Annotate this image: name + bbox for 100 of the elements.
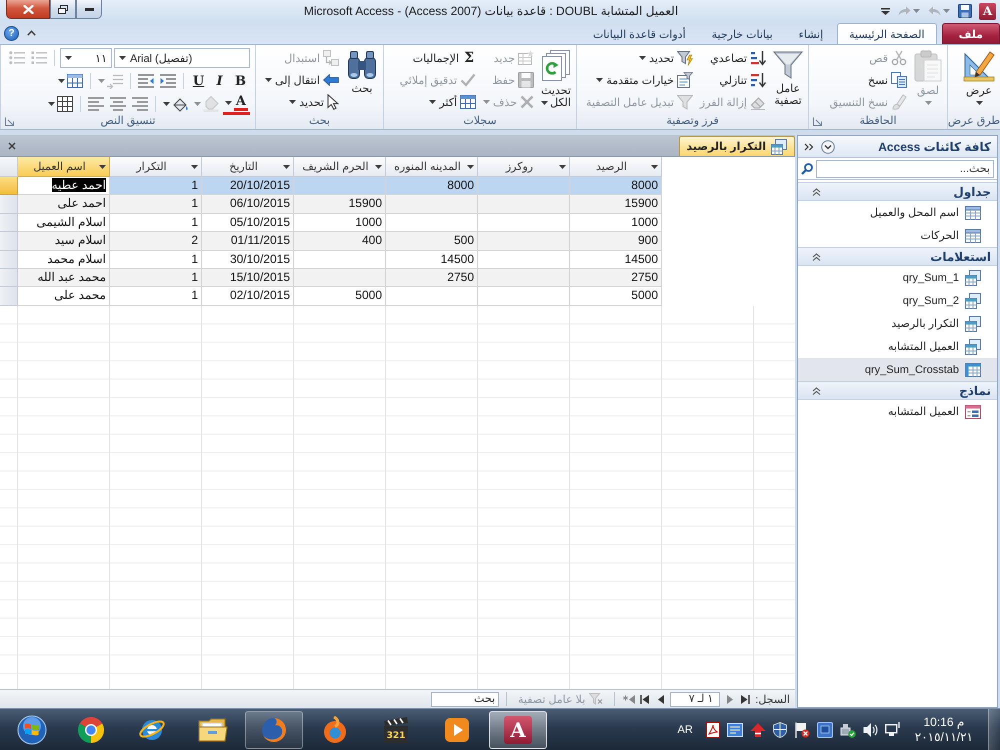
advanced-button[interactable]: خيارات متقدمة	[584, 69, 695, 91]
customize-button[interactable]	[880, 6, 891, 16]
swap-arrow-icon	[323, 50, 339, 66]
font-color-button[interactable]: A	[222, 94, 250, 114]
close-button[interactable]	[8, 142, 16, 150]
stacked-grid-icon	[965, 316, 981, 332]
nav-item[interactable]: الحركات	[798, 224, 997, 247]
record-number-field[interactable]: ١ لـ ٧	[670, 692, 720, 706]
cross-icon	[520, 95, 534, 109]
window-icon[interactable]	[726, 722, 743, 736]
check-icon	[460, 73, 476, 87]
caret-icon	[65, 56, 72, 60]
show-desktop-button[interactable]	[988, 709, 1000, 750]
view-button[interactable]: عرض	[961, 47, 997, 105]
ribbon-tab[interactable]: بيانات خارجية	[700, 23, 785, 44]
minimize-button[interactable]	[76, 0, 102, 19]
column-header[interactable]: اسم العميل	[18, 157, 110, 177]
nav-group-header[interactable]: نماذج	[798, 381, 997, 400]
nav-group-header[interactable]: استعلامات	[798, 247, 997, 266]
group-label: بحث	[309, 114, 330, 127]
alternate-row-button[interactable]	[46, 94, 75, 114]
nav-group-header[interactable]: جداول	[798, 182, 997, 201]
search-field[interactable]: بحث...	[816, 160, 994, 178]
clock-button[interactable]: 10:16 م ٢٠١٥/١١/٢١	[906, 714, 981, 744]
grid-icon	[965, 362, 981, 376]
language-button[interactable]: AR	[671, 724, 699, 736]
caret-icon	[194, 102, 201, 106]
ribbon-tab[interactable]: إنشاء	[786, 23, 836, 44]
find-button[interactable]: بحث	[344, 47, 380, 95]
search-field[interactable]: بحث	[431, 692, 500, 706]
caret-icon	[639, 56, 646, 60]
document-tab[interactable]: التكرار بالرصيد	[678, 136, 795, 156]
pane-title: كافة كائنات Access	[878, 140, 991, 154]
caret-icon	[283, 164, 290, 168]
column-header[interactable]: التاريخ	[202, 157, 294, 177]
app-icon: A	[979, 2, 996, 20]
taskbar-button[interactable]: 321	[367, 710, 425, 748]
shield-icon[interactable]	[772, 722, 787, 738]
close-button[interactable]	[6, 0, 50, 19]
column-header[interactable]: الرصيد	[570, 157, 662, 177]
underline-button[interactable]: U	[189, 70, 208, 92]
font-size-dropdown[interactable]: ١١	[60, 48, 112, 68]
ribbon-tab[interactable]: أدوات قاعدة البيانات	[580, 23, 698, 44]
nav-item[interactable]: qry_Sum_Crosstab	[798, 358, 997, 381]
ascending-button[interactable]: تصاعدي	[698, 47, 768, 69]
italic-button[interactable]: I	[210, 70, 229, 92]
arrow-up-icon[interactable]	[750, 722, 766, 738]
dialog-launcher-icon[interactable]	[5, 117, 14, 126]
column-header[interactable]: الحرم الشريف	[294, 157, 386, 177]
form-icon	[965, 404, 981, 418]
column-header[interactable]: التكرار	[110, 157, 202, 177]
more-button[interactable]: أكثر	[398, 91, 478, 113]
collapse-ribbon-button[interactable]	[27, 30, 36, 36]
go-to-button[interactable]: انتقال إلى	[263, 69, 341, 91]
double-chevron-up-icon	[812, 188, 821, 196]
collapse-pane-button[interactable]	[804, 142, 814, 150]
save-button[interactable]	[957, 3, 973, 19]
screen-icon[interactable]	[816, 722, 833, 738]
globe-icon	[260, 716, 288, 744]
nav-item[interactable]: العميل المتشابه	[798, 335, 997, 358]
table-cell: 5000	[570, 287, 662, 306]
paint-bucket-icon	[172, 96, 188, 112]
record-label: السجل:	[755, 692, 790, 706]
selection-button[interactable]: تحديد	[584, 47, 695, 69]
font-name-dropdown[interactable]: Arial (تفصيل)	[114, 48, 250, 68]
table-cell: 20/10/2015	[202, 177, 294, 196]
document-icon[interactable]	[706, 722, 720, 738]
taskbar-button[interactable]: A	[489, 710, 547, 748]
stacked-grid-icon	[771, 138, 787, 154]
caret-icon	[429, 100, 436, 104]
table-icon	[67, 74, 83, 88]
table-star-icon	[518, 50, 534, 66]
caret-icon	[924, 101, 932, 105]
nav-item[interactable]: qry_Sum_1	[798, 266, 997, 289]
nav-item[interactable]: التكرار بالرصيد	[798, 312, 997, 335]
caret-icon	[265, 78, 272, 82]
file-tab[interactable]: ملف	[942, 23, 1000, 44]
column-header[interactable]: المدينه المنوره	[386, 157, 478, 177]
speaker-icon[interactable]	[862, 722, 878, 738]
minimize-icon	[84, 8, 94, 10]
flag-icon[interactable]	[794, 722, 810, 738]
ribbon-tab[interactable]: الصفحة الرئيسية	[837, 23, 937, 44]
computer-check-icon[interactable]	[840, 722, 856, 738]
pane-menu-button[interactable]	[821, 140, 835, 154]
dialog-launcher-icon[interactable]	[813, 117, 822, 126]
copy-button[interactable]: نسخ	[828, 69, 909, 91]
column-header[interactable]: روكرز	[478, 157, 570, 177]
swirl-icon	[322, 716, 348, 744]
outdent-icon	[138, 74, 154, 88]
filter-button[interactable]: عامل تصفية	[771, 47, 805, 107]
nav-item[interactable]: العميل المتشابه	[798, 400, 997, 423]
refresh-all-button[interactable]: تحديث الكل	[539, 47, 573, 109]
select-button[interactable]: تحديد	[263, 91, 341, 113]
restore-button[interactable]	[50, 0, 76, 19]
monitor-icon[interactable]	[884, 722, 900, 737]
descending-button[interactable]: تنازلي	[698, 69, 768, 91]
nav-item[interactable]: qry_Sum_2	[798, 289, 997, 312]
nav-item[interactable]: اسم المحل والعميل	[798, 201, 997, 224]
bold-button[interactable]: B	[231, 70, 250, 92]
caret-icon	[375, 164, 382, 168]
